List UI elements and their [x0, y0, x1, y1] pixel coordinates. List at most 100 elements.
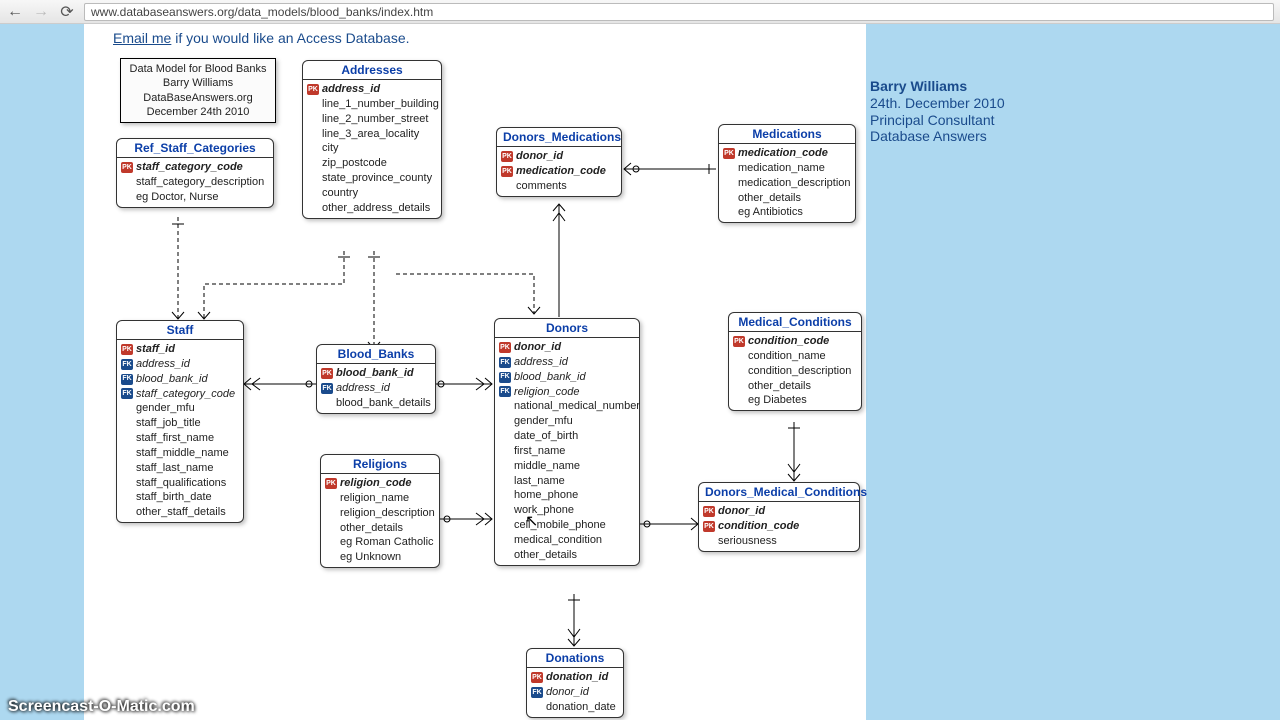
- column: eg Roman Catholic: [340, 535, 434, 550]
- column: donor_id: [546, 685, 589, 700]
- column: staff_category_description: [136, 175, 264, 190]
- email-me-link[interactable]: Email me: [113, 30, 171, 46]
- fk-icon: FK: [499, 386, 511, 397]
- column: staff_qualifications: [136, 476, 226, 491]
- column: religion_code: [340, 476, 412, 491]
- pk-icon: PK: [723, 148, 735, 159]
- column: other_address_details: [322, 201, 430, 216]
- author-date: 24th. December 2010: [870, 95, 1005, 112]
- watermark-text: Screencast-O-Matic.com: [8, 698, 195, 716]
- column: eg Diabetes: [748, 393, 807, 408]
- column: condition_description: [748, 364, 851, 379]
- pk-icon: PK: [703, 521, 715, 532]
- column: condition_code: [718, 519, 799, 534]
- entity-title: Donations: [527, 649, 623, 668]
- fk-icon: FK: [531, 687, 543, 698]
- pk-icon: PK: [121, 344, 133, 355]
- back-button[interactable]: ←: [6, 3, 24, 21]
- reload-button[interactable]: ⟳: [58, 3, 76, 21]
- author-info: Barry Williams 24th. December 2010 Princ…: [870, 78, 1005, 145]
- entity-title: Religions: [321, 455, 439, 474]
- pk-icon: PK: [499, 342, 511, 353]
- column: donor_id: [718, 504, 765, 519]
- column: home_phone: [514, 488, 578, 503]
- column: other_details: [514, 548, 577, 563]
- column: seriousness: [718, 534, 777, 549]
- column: staff_birth_date: [136, 490, 212, 505]
- intro-rest: if you would like an Access Database.: [171, 30, 409, 46]
- column: zip_postcode: [322, 156, 387, 171]
- column: medication_description: [738, 176, 851, 191]
- column: middle_name: [514, 459, 580, 474]
- column: first_name: [514, 444, 565, 459]
- entity-medications: Medications PKmedication_code medication…: [718, 124, 856, 223]
- column: line_2_number_street: [322, 112, 428, 127]
- column: staff_job_title: [136, 416, 201, 431]
- forward-button[interactable]: →: [32, 3, 50, 21]
- pk-icon: PK: [307, 84, 319, 95]
- column: medication_code: [516, 164, 606, 179]
- column: medication_name: [738, 161, 825, 176]
- entity-addresses: Addresses PKaddress_id line_1_number_bui…: [302, 60, 442, 219]
- column: donor_id: [514, 340, 561, 355]
- column: other_details: [340, 521, 403, 536]
- column: medication_code: [738, 146, 828, 161]
- column: comments: [516, 179, 567, 194]
- column: blood_bank_id: [336, 366, 414, 381]
- column: address_id: [322, 82, 380, 97]
- entity-title: Donors_Medical_Conditions: [699, 483, 859, 502]
- column: line_3_area_locality: [322, 127, 419, 142]
- fk-icon: FK: [121, 388, 133, 399]
- author-role: Principal Consultant: [870, 112, 1005, 129]
- fk-icon: FK: [321, 383, 333, 394]
- column: blood_bank_details: [336, 396, 431, 411]
- pk-icon: PK: [733, 336, 745, 347]
- pk-icon: PK: [501, 166, 513, 177]
- entity-title: Addresses: [303, 61, 441, 80]
- entity-title: Donors: [495, 319, 639, 338]
- fk-icon: FK: [499, 372, 511, 383]
- entity-donors-medical-conditions: Donors_Medical_Conditions PKdonor_id PKc…: [698, 482, 860, 552]
- pk-icon: PK: [325, 478, 337, 489]
- entity-ref-staff-categories: Ref_Staff_Categories PKstaff_category_co…: [116, 138, 274, 208]
- column: city: [322, 141, 339, 156]
- author-org: Database Answers: [870, 128, 1005, 145]
- url-text: www.databaseanswers.org/data_models/bloo…: [91, 5, 433, 19]
- column: medical_condition: [514, 533, 602, 548]
- column: state_province_county: [322, 171, 432, 186]
- column: last_name: [514, 474, 565, 489]
- column: staff_last_name: [136, 461, 213, 476]
- entity-donors-medications: Donors_Medications PKdonor_id PKmedicati…: [496, 127, 622, 197]
- intro-text: Email me if you would like an Access Dat…: [113, 30, 410, 46]
- column: gender_mfu: [514, 414, 573, 429]
- entity-blood-banks: Blood_Banks PKblood_bank_id FKaddress_id…: [316, 344, 436, 414]
- column: country: [322, 186, 358, 201]
- column: eg Antibiotics: [738, 205, 803, 220]
- column: donation_date: [546, 700, 616, 715]
- entity-medical-conditions: Medical_Conditions PKcondition_code cond…: [728, 312, 862, 411]
- entity-title: Staff: [117, 321, 243, 340]
- column: condition_code: [748, 334, 829, 349]
- column: address_id: [514, 355, 568, 370]
- column: staff_category_code: [136, 387, 235, 402]
- entity-title: Medical_Conditions: [729, 313, 861, 332]
- entity-donations: Donations PKdonation_id FKdonor_id donat…: [526, 648, 624, 718]
- column: religion_description: [340, 506, 435, 521]
- pk-icon: PK: [321, 368, 333, 379]
- column: staff_category_code: [136, 160, 243, 175]
- fk-icon: FK: [121, 374, 133, 385]
- entity-title: Blood_Banks: [317, 345, 435, 364]
- browser-toolbar: ← → ⟳ www.databaseanswers.org/data_model…: [0, 0, 1280, 24]
- entity-religions: Religions PKreligion_code religion_name …: [320, 454, 440, 568]
- entity-title: Medications: [719, 125, 855, 144]
- column: line_1_number_building: [322, 97, 439, 112]
- entity-title: Donors_Medications: [497, 128, 621, 147]
- url-bar[interactable]: www.databaseanswers.org/data_models/bloo…: [84, 3, 1274, 21]
- column: staff_id: [136, 342, 175, 357]
- column: work_phone: [514, 503, 574, 518]
- column: blood_bank_id: [514, 370, 586, 385]
- fk-icon: FK: [121, 359, 133, 370]
- diagram-title-card: Data Model for Blood Banks Barry William…: [120, 58, 276, 123]
- column: staff_first_name: [136, 431, 214, 446]
- entity-title: Ref_Staff_Categories: [117, 139, 273, 158]
